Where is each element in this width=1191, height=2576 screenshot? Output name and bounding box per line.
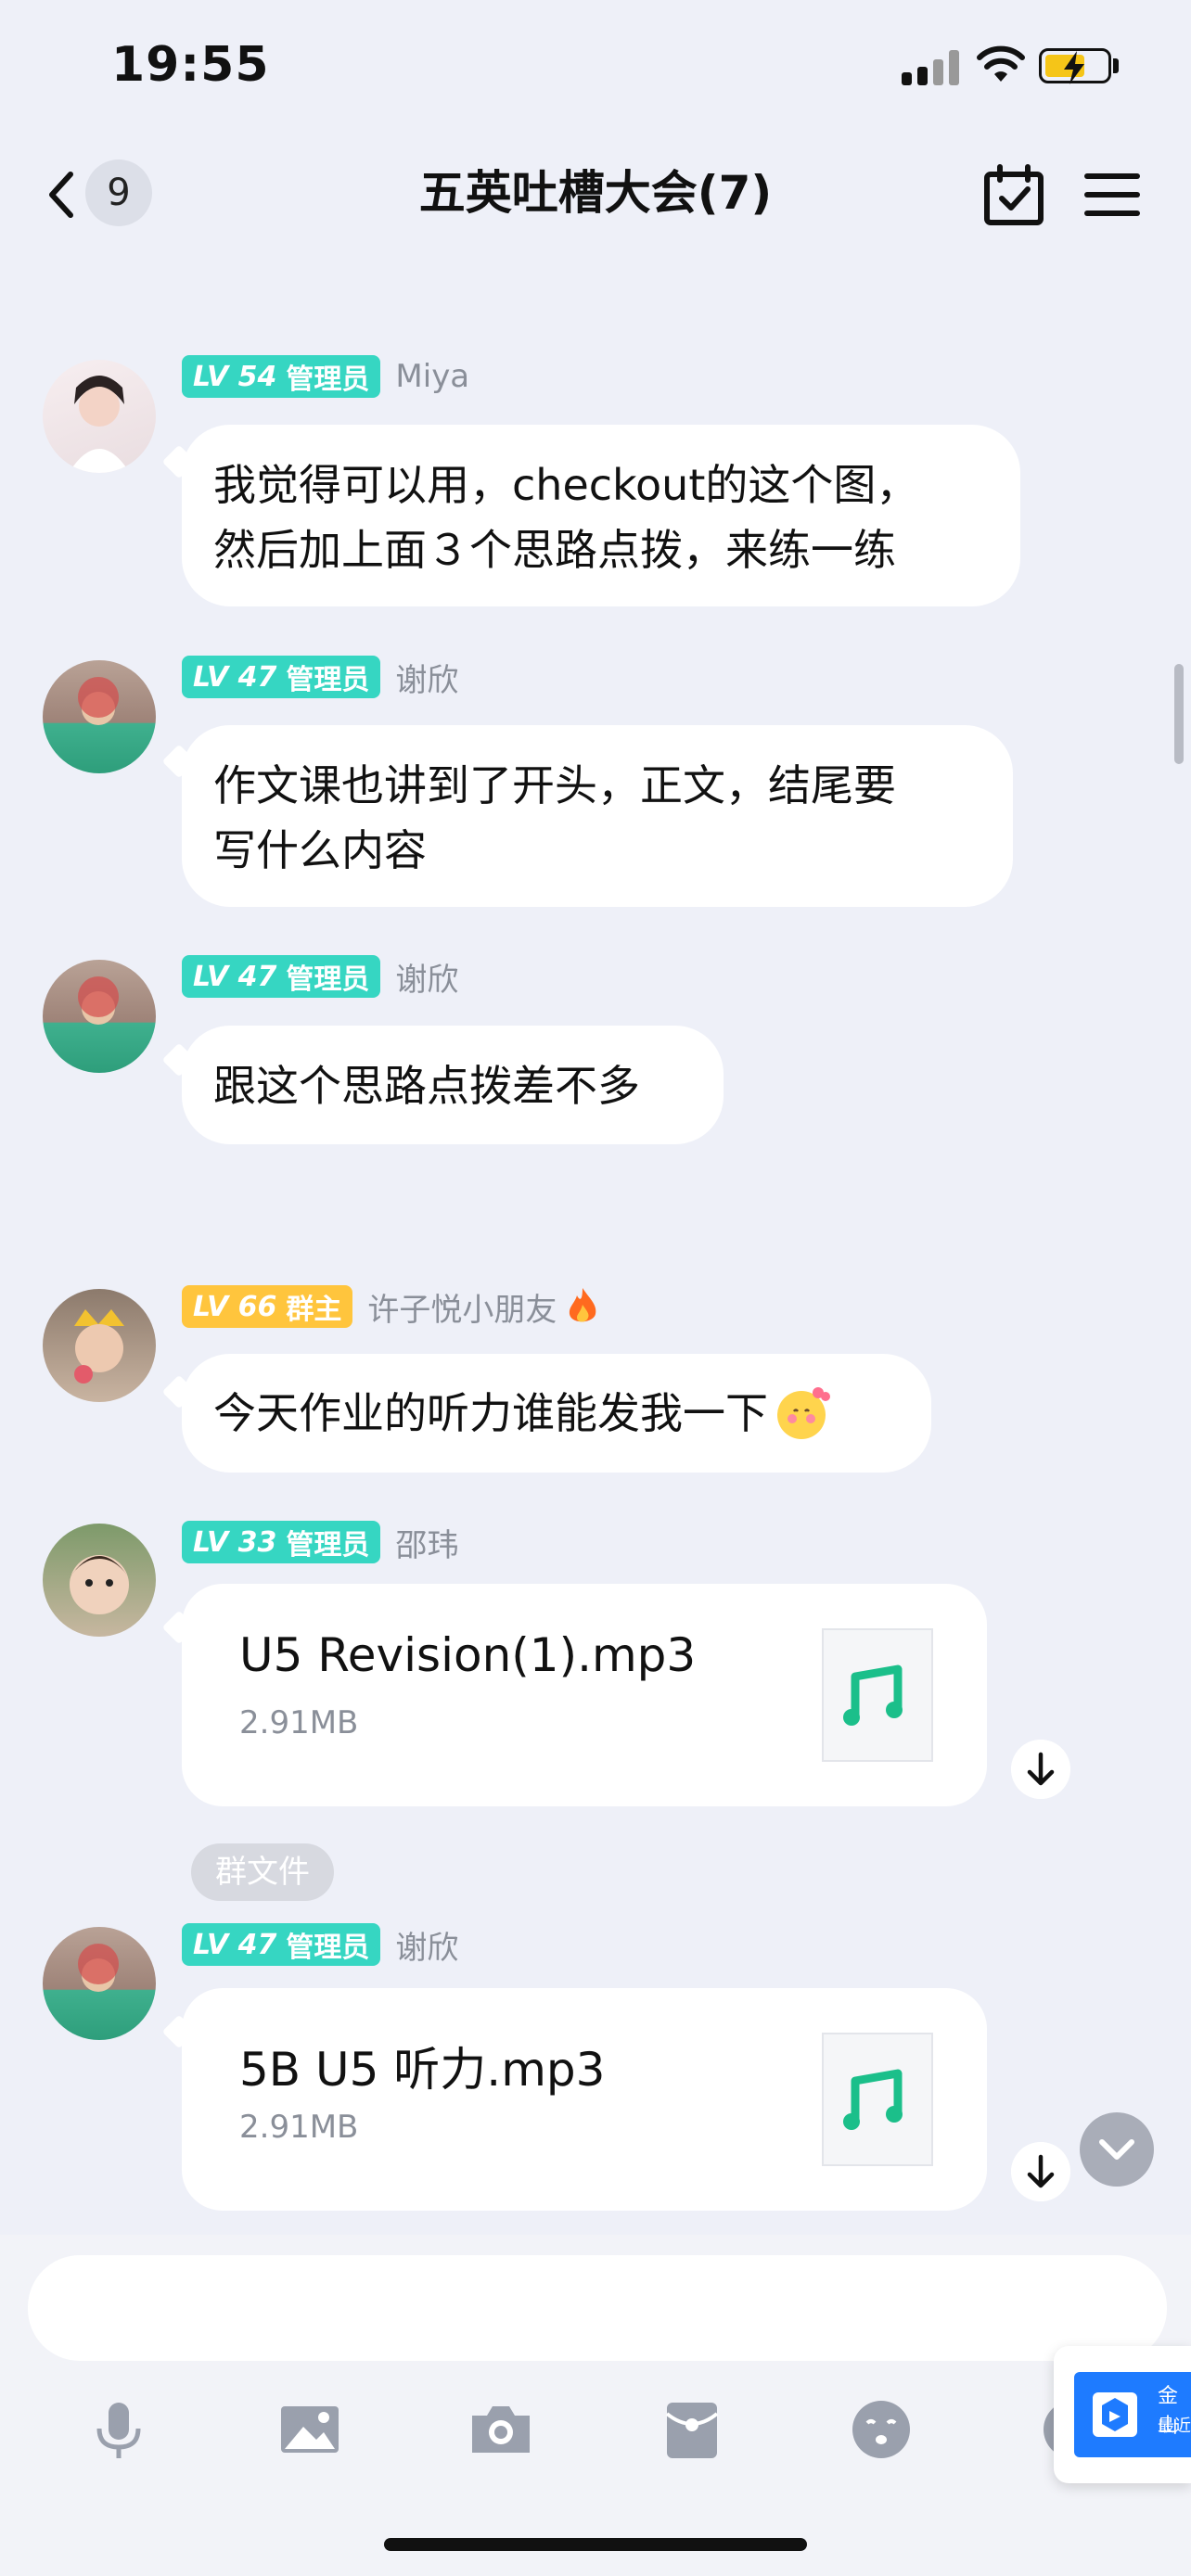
file-size: 2.91MB xyxy=(239,2109,359,2146)
sender-name: 许子悦小朋友 xyxy=(367,1291,557,1329)
status-bar: 19:55 xyxy=(0,0,1191,139)
avatar[interactable] xyxy=(43,1927,156,2040)
audio-file-icon xyxy=(822,2033,933,2166)
level-badge: LV 47 管理员 xyxy=(182,955,381,998)
red-packet-icon xyxy=(665,2403,719,2458)
file-name: 5B U5 听力.mp3 xyxy=(239,2043,606,2097)
message-meta: LV 47 管理员 谢欣 xyxy=(182,656,459,699)
message-meta: LV 47 管理员 谢欣 xyxy=(182,955,459,999)
menu-icon[interactable] xyxy=(1083,167,1141,223)
message-meta: LV 54 管理员 Miya xyxy=(182,355,469,398)
popup-subtitle: 最近 xyxy=(1158,2417,1191,2436)
scrollbar[interactable] xyxy=(1174,664,1184,764)
message-text-line: 然后加上面３个思路点拨，来练一练 xyxy=(213,525,896,575)
message-bubble[interactable]: 今天作业的听力谁能发我一下 xyxy=(182,1354,931,1473)
group-file-tag: 群文件 xyxy=(191,1843,334,1901)
message-meta: LV 47 管理员 谢欣 xyxy=(182,1923,459,1967)
battery-icon xyxy=(1039,48,1111,84)
level-badge: LV 47 管理员 xyxy=(182,656,381,698)
message-meta: LV 66 群主 许子悦小朋友 xyxy=(182,1285,601,1329)
voice-button[interactable] xyxy=(72,2383,165,2476)
message-bubble[interactable]: 我觉得可以用，checkout的这个图， 然后加上面３个思路点拨，来练一练 xyxy=(182,425,1020,606)
calendar-check-icon[interactable] xyxy=(981,163,1046,228)
message-text-line: 今天作业的听力谁能发我一下 xyxy=(213,1388,768,1438)
file-attachment[interactable]: 5B U5 听力.mp3 2.91MB xyxy=(182,1988,987,2211)
message-text-line: 写什么内容 xyxy=(213,825,427,875)
message-bubble[interactable]: 作文课也讲到了开头，正文，结尾要 写什么内容 xyxy=(182,725,1013,907)
microphone-icon xyxy=(96,2403,141,2458)
message-bubble[interactable]: 跟这个思路点拨差不多 xyxy=(182,1026,724,1144)
kingsoft-docs-icon xyxy=(1093,2392,1137,2437)
file-attachment[interactable]: U5 Revision(1).mp3 2.91MB xyxy=(182,1584,987,1806)
image-icon xyxy=(281,2406,339,2453)
chevron-down-icon xyxy=(1099,2139,1134,2160)
chat-header: 9 五英吐槽大会(7) xyxy=(0,139,1191,255)
scroll-to-bottom-button[interactable] xyxy=(1080,2112,1154,2187)
wifi-icon xyxy=(977,45,1025,82)
level-badge: LV 33 管理员 xyxy=(182,1521,381,1563)
message-text-line: 作文课也讲到了开头，正文，结尾要 xyxy=(213,760,896,810)
emoji-button[interactable] xyxy=(835,2383,928,2476)
emoji-icon xyxy=(852,2401,910,2458)
cellular-signal-icon xyxy=(902,48,961,85)
owner-badge: LV 66 群主 xyxy=(182,1285,353,1328)
file-name: U5 Revision(1).mp3 xyxy=(239,1628,697,1682)
red-packet-button[interactable] xyxy=(646,2383,738,2476)
sender-name: 邵玮 xyxy=(395,1526,459,1564)
message-input[interactable] xyxy=(28,2255,1167,2361)
avatar[interactable] xyxy=(43,1289,156,1402)
image-button[interactable] xyxy=(263,2383,356,2476)
camera-icon xyxy=(472,2406,530,2453)
message-text-line: 我觉得可以用，checkout的这个图， xyxy=(213,460,919,510)
download-icon[interactable] xyxy=(1011,2142,1070,2201)
composer xyxy=(0,2235,1191,2576)
sender-name: 谢欣 xyxy=(395,1929,459,1967)
camera-button[interactable] xyxy=(455,2383,547,2476)
avatar[interactable] xyxy=(43,660,156,773)
level-badge: LV 54 管理员 xyxy=(182,355,381,398)
message-meta: LV 33 管理员 邵玮 xyxy=(182,1521,459,1564)
avatar[interactable] xyxy=(43,360,156,473)
home-indicator[interactable] xyxy=(384,2538,807,2551)
sender-name: 谢欣 xyxy=(395,661,459,699)
status-time: 19:55 xyxy=(111,37,270,93)
sender-name: Miya xyxy=(395,358,470,395)
avatar[interactable] xyxy=(43,1524,156,1637)
download-icon[interactable] xyxy=(1011,1740,1070,1799)
file-size: 2.91MB xyxy=(239,1704,359,1741)
sender-name: 谢欣 xyxy=(395,961,459,999)
audio-file-icon xyxy=(822,1628,933,1762)
floating-app-popup[interactable]: 金山 最近 xyxy=(1054,2346,1191,2483)
composer-toolbar xyxy=(0,2383,1191,2485)
fire-icon xyxy=(570,1288,596,1322)
shy-emoji-icon xyxy=(777,1387,830,1439)
level-badge: LV 47 管理员 xyxy=(182,1923,381,1966)
message-text-line: 跟这个思路点拨差不多 xyxy=(213,1061,640,1111)
avatar[interactable] xyxy=(43,960,156,1073)
